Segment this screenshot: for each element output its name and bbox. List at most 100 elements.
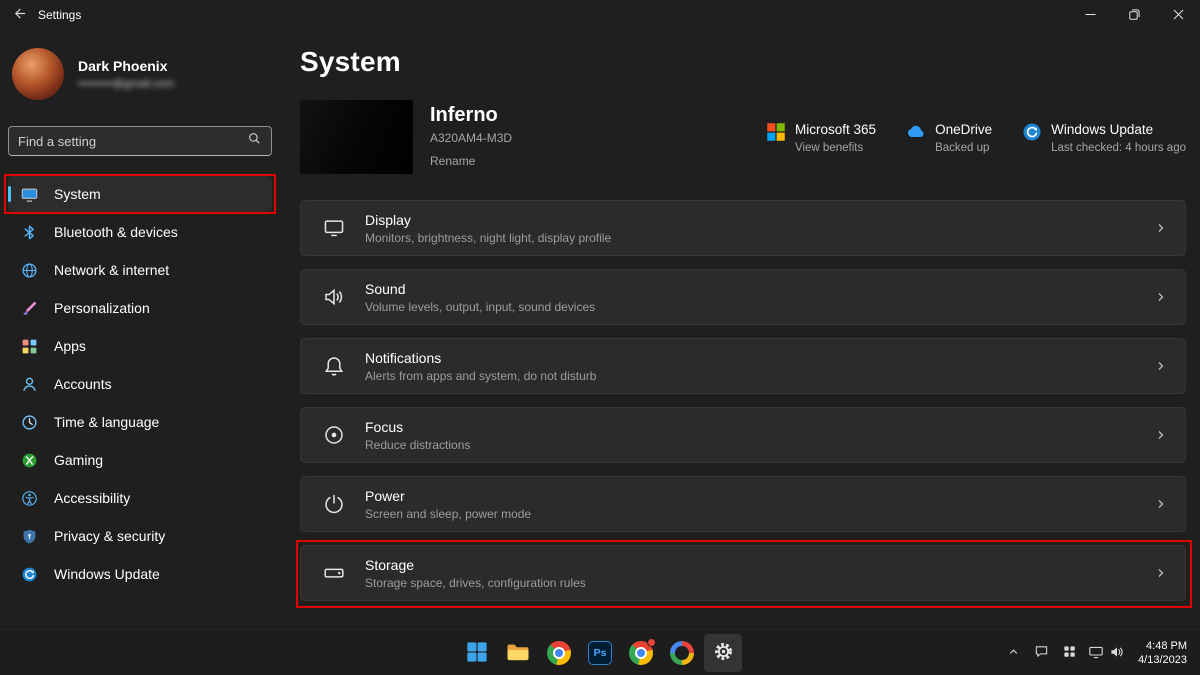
sidebar-item-time-language[interactable]: Time & language — [8, 404, 272, 440]
status-card-subtitle: Backed up — [935, 142, 992, 154]
rename-link[interactable]: Rename — [430, 154, 475, 168]
row-notifications[interactable]: Notifications Alerts from apps and syste… — [300, 338, 1186, 394]
chrome-profile-button[interactable] — [622, 634, 660, 672]
sidebar-item-accounts[interactable]: Accounts — [8, 366, 272, 402]
system-icon — [20, 185, 38, 203]
device-info: Inferno A320AM4-M3D Rename — [430, 104, 512, 170]
row-subtitle: Storage space, drives, configuration rul… — [365, 576, 586, 590]
profile-name: Dark Phoenix — [78, 58, 174, 74]
clock-tray-button[interactable]: 4:48 PM 4/13/2023 — [1131, 634, 1194, 672]
settings-window: Settings Dark Phoenix •••••••••@gmail.co… — [0, 0, 1200, 675]
paintbrush-icon — [20, 299, 38, 317]
sidebar-item-label: Personalization — [54, 300, 150, 316]
app-button[interactable] — [663, 634, 701, 672]
network-icon — [1088, 644, 1104, 663]
row-display[interactable]: Display Monitors, brightness, night ligh… — [300, 200, 1186, 256]
sidebar-item-bluetooth-devices[interactable]: Bluetooth & devices — [8, 214, 272, 250]
tray-time: 4:48 PM — [1138, 639, 1187, 653]
widgets-tray-button[interactable] — [1056, 634, 1082, 672]
power-icon — [323, 493, 345, 515]
sidebar-item-label: System — [54, 186, 101, 202]
maximize-button[interactable] — [1112, 0, 1156, 30]
sidebar-item-label: Bluetooth & devices — [54, 224, 178, 240]
row-title: Power — [365, 488, 531, 504]
settings-rows: Display Monitors, brightness, night ligh… — [300, 200, 1186, 601]
notification-badge — [647, 638, 656, 647]
restore-icon — [1129, 8, 1140, 23]
row-focus[interactable]: Focus Reduce distractions — [300, 407, 1186, 463]
clock-icon — [20, 413, 38, 431]
person-icon — [20, 375, 38, 393]
photoshop-button[interactable]: Ps — [581, 634, 619, 672]
taskbar: Ps — [0, 629, 1200, 675]
search-icon — [247, 131, 262, 151]
row-subtitle: Alerts from apps and system, do not dist… — [365, 369, 596, 383]
window-title: Settings — [38, 8, 81, 22]
settings-taskbar-button[interactable] — [704, 634, 742, 672]
back-arrow-icon — [12, 6, 27, 24]
sidebar-item-label: Windows Update — [54, 566, 160, 582]
network-tray-button[interactable] — [1084, 634, 1129, 672]
tray-date: 4/13/2023 — [1138, 653, 1187, 667]
chevron-right-icon — [1153, 427, 1169, 443]
sidebar-item-personalization[interactable]: Personalization — [8, 290, 272, 326]
row-title: Sound — [365, 281, 595, 297]
sidebar-item-network-internet[interactable]: Network & internet — [8, 252, 272, 288]
device-header: Inferno A320AM4-M3D Rename Microsoft 365… — [300, 100, 1186, 174]
accessibility-icon — [20, 489, 38, 507]
chevron-right-icon — [1153, 289, 1169, 305]
search-input[interactable] — [18, 134, 247, 149]
close-button[interactable] — [1156, 0, 1200, 30]
sidebar-item-label: Accessibility — [54, 490, 130, 506]
globe-icon — [20, 261, 38, 279]
start-button[interactable] — [458, 634, 496, 672]
microsoft-365-icon — [766, 122, 786, 142]
xbox-icon — [20, 451, 38, 469]
chevron-right-icon — [1153, 220, 1169, 236]
app-icon — [670, 641, 694, 665]
minimize-button[interactable] — [1068, 0, 1112, 30]
row-storage[interactable]: Storage Storage space, drives, configura… — [300, 545, 1186, 601]
back-button[interactable] — [0, 0, 38, 30]
sidebar-item-accessibility[interactable]: Accessibility — [8, 480, 272, 516]
row-sound[interactable]: Sound Volume levels, output, input, soun… — [300, 269, 1186, 325]
chrome-button[interactable] — [540, 634, 578, 672]
sidebar-item-apps[interactable]: Apps — [8, 328, 272, 364]
main-content: System Inferno A320AM4-M3D Rename Micros… — [300, 40, 1186, 601]
windows-update-card[interactable]: Windows Update Last checked: 4 hours ago — [1022, 122, 1186, 154]
chat-tray-button[interactable] — [1028, 634, 1054, 672]
sidebar-item-system[interactable]: System — [8, 176, 272, 212]
windows-update-icon — [20, 565, 38, 583]
focus-icon — [323, 424, 345, 446]
tray-time-date: 4:48 PM 4/13/2023 — [1138, 639, 1187, 667]
sidebar-item-windows-update[interactable]: Windows Update — [8, 556, 272, 592]
windows-start-icon — [466, 641, 488, 666]
minimize-icon — [1085, 8, 1096, 23]
system-tray: 4:48 PM 4/13/2023 — [1000, 634, 1194, 672]
status-cards: Microsoft 365 View benefits OneDrive Bac… — [766, 120, 1186, 154]
sidebar-item-privacy-security[interactable]: Privacy & security — [8, 518, 272, 554]
storage-drive-icon — [323, 562, 345, 584]
close-icon — [1173, 8, 1184, 23]
row-subtitle: Volume levels, output, input, sound devi… — [365, 300, 595, 314]
avatar — [12, 48, 64, 100]
status-card-title: Microsoft 365 — [795, 122, 876, 137]
gear-icon — [712, 640, 735, 666]
microsoft-365-card[interactable]: Microsoft 365 View benefits — [766, 122, 876, 154]
hidden-icons-button[interactable] — [1000, 634, 1026, 672]
apps-grid-icon — [20, 337, 38, 355]
sidebar-item-gaming[interactable]: Gaming — [8, 442, 272, 478]
user-profile[interactable]: Dark Phoenix •••••••••@gmail.com — [8, 40, 272, 108]
bluetooth-icon — [20, 223, 38, 241]
sidebar-item-label: Accounts — [54, 376, 112, 392]
onedrive-card[interactable]: OneDrive Backed up — [906, 122, 992, 154]
row-subtitle: Reduce distractions — [365, 438, 470, 452]
page-title: System — [300, 46, 1186, 78]
row-title: Focus — [365, 419, 470, 435]
row-power[interactable]: Power Screen and sleep, power mode — [300, 476, 1186, 532]
device-name: Inferno — [430, 104, 512, 127]
bell-icon — [323, 355, 345, 377]
chevron-right-icon — [1153, 358, 1169, 374]
file-explorer-button[interactable] — [499, 634, 537, 672]
row-title: Display — [365, 212, 611, 228]
